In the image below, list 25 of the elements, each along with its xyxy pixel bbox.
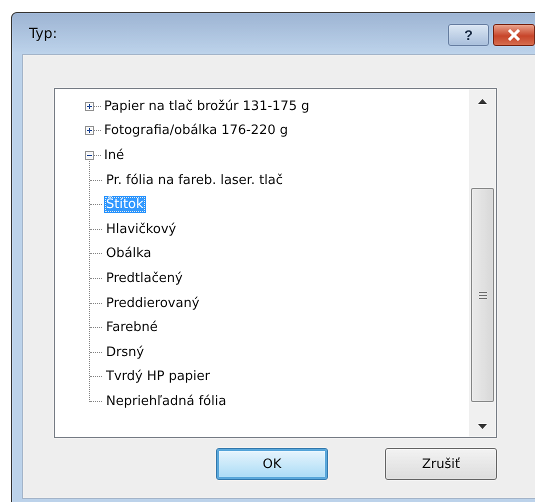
window-title: Typ: <box>28 26 58 42</box>
tree-item[interactable]: Papier na tlač brožúr 131-175 g <box>102 98 312 115</box>
expander-icon[interactable] <box>85 102 94 111</box>
tree-item[interactable]: Pr. fólia na fareb. laser. tlač <box>104 172 285 189</box>
tree-item[interactable]: Hlavičkový <box>104 220 178 238</box>
scroll-up-icon[interactable] <box>478 99 487 104</box>
tree-item[interactable]: Farebné <box>104 319 160 336</box>
tree-item[interactable]: Iné <box>102 146 126 164</box>
tree-item[interactable]: Preddierovaný <box>104 294 202 312</box>
tree-item[interactable]: Nepriehľadná fólia <box>104 392 228 410</box>
close-button[interactable] <box>493 24 535 46</box>
ok-button[interactable]: OK <box>216 448 328 480</box>
tree-item[interactable]: Predtlačený <box>104 270 185 287</box>
tree-item[interactable]: Obálka <box>104 245 154 262</box>
scroll-thumb[interactable] <box>471 188 494 402</box>
tree-item[interactable]: Tvrdý HP papier <box>104 368 212 386</box>
scrollbar[interactable] <box>469 89 496 437</box>
tree-item[interactable]: Fotografia/obálka 176-220 g <box>102 122 290 140</box>
close-icon <box>506 28 522 40</box>
scroll-down-icon[interactable] <box>478 424 487 429</box>
expander-icon[interactable] <box>85 150 94 160</box>
cancel-button[interactable]: Zrušiť <box>385 448 497 480</box>
help-button[interactable]: ? <box>448 24 489 46</box>
expander-icon[interactable] <box>85 126 94 136</box>
tree-item[interactable]: Drsný <box>104 344 146 361</box>
